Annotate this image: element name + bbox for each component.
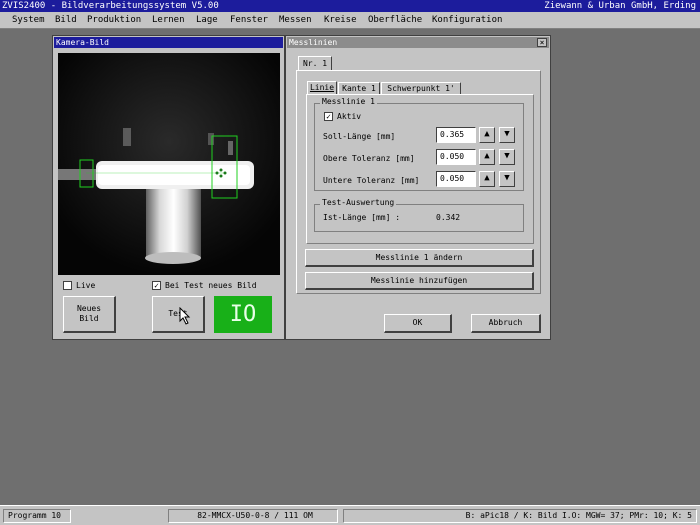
company-name: Ziewann & Urban GmbH, Erding bbox=[544, 1, 696, 11]
ok-button[interactable]: OK bbox=[384, 314, 452, 333]
status-part: 82-MMCX-U50-0-8 / 111 OM bbox=[168, 509, 338, 523]
status-bar: Programm 10 82-MMCX-U50-0-8 / 111 OM B: … bbox=[0, 505, 700, 525]
messlinien-window: Messlinien × Nr. 1 Linie Kante 1 Schwerp… bbox=[285, 35, 551, 340]
camera-window-title: Kamera-Bild bbox=[54, 37, 283, 48]
menu-bild[interactable]: Bild bbox=[55, 15, 77, 25]
aktiv-checkbox[interactable]: ✓ bbox=[324, 112, 333, 121]
live-label: Live bbox=[76, 281, 96, 290]
menu-oberflaeche[interactable]: Oberfläche bbox=[368, 15, 422, 25]
change-messlinie-button[interactable]: Messlinie 1 ändern bbox=[305, 249, 534, 267]
result-indicator: IO bbox=[214, 296, 272, 333]
menu-lage[interactable]: Lage bbox=[196, 15, 218, 25]
status-program: Programm 10 bbox=[3, 509, 71, 523]
status-info: B: aPic18 / K: Bild I.O: MGW= 37; PMr: 1… bbox=[343, 509, 697, 523]
camera-image-graphic bbox=[58, 53, 280, 275]
ist-laenge-value: 0.342 bbox=[436, 213, 461, 222]
untere-up-button[interactable]: ▲ bbox=[479, 171, 495, 187]
obere-toleranz-input[interactable]: 0.050 bbox=[436, 149, 476, 165]
app-title-bar: ZVIS2400 - Bildverarbeitungssystem V5.00… bbox=[0, 0, 700, 12]
test-new-image-label: Bei Test neues Bild bbox=[165, 281, 257, 290]
close-icon[interactable]: × bbox=[537, 38, 547, 47]
test-auswertung-title: Test-Auswertung bbox=[320, 198, 397, 207]
untere-toleranz-label: Untere Toleranz [mm] bbox=[323, 176, 420, 185]
mouse-cursor-icon bbox=[179, 307, 191, 325]
add-messlinie-button[interactable]: Messlinie hinzufügen bbox=[305, 272, 534, 290]
menu-messen[interactable]: Messen bbox=[279, 15, 312, 25]
check-icon: ✓ bbox=[154, 281, 159, 290]
soll-laenge-label: Soll-Länge [mm] bbox=[323, 132, 396, 141]
camera-window: Kamera-Bild Live ✓ Bei Test neues Bild N… bbox=[52, 35, 285, 340]
soll-up-button[interactable]: ▲ bbox=[479, 127, 495, 143]
menu-lernen[interactable]: Lernen bbox=[152, 15, 185, 25]
obere-up-button[interactable]: ▲ bbox=[479, 149, 495, 165]
messlinien-window-title: Messlinien bbox=[287, 37, 549, 48]
live-checkbox[interactable] bbox=[63, 281, 72, 290]
aktiv-label: Aktiv bbox=[337, 112, 362, 121]
tab-linie[interactable]: Linie bbox=[307, 81, 337, 95]
obere-down-button[interactable]: ▼ bbox=[499, 149, 515, 165]
untere-down-button[interactable]: ▼ bbox=[499, 171, 515, 187]
menu-produktion[interactable]: Produktion bbox=[87, 15, 141, 25]
ist-laenge-label: Ist-Länge [mm] : bbox=[323, 213, 401, 222]
check-icon: ✓ bbox=[326, 112, 331, 121]
test-new-image-checkbox[interactable]: ✓ bbox=[152, 281, 161, 290]
messlinie-group-title: Messlinie 1 bbox=[320, 97, 377, 106]
menu-system[interactable]: System bbox=[12, 15, 45, 25]
obere-toleranz-label: Obere Toleranz [mm] bbox=[323, 154, 415, 163]
menu-kreise[interactable]: Kreise bbox=[324, 15, 357, 25]
camera-image bbox=[58, 53, 280, 275]
menu-fenster[interactable]: Fenster bbox=[230, 15, 268, 25]
cancel-button[interactable]: Abbruch bbox=[471, 314, 541, 333]
menu-konfiguration[interactable]: Konfiguration bbox=[432, 15, 502, 25]
untere-toleranz-input[interactable]: 0.050 bbox=[436, 171, 476, 187]
soll-laenge-input[interactable]: 0.365 bbox=[436, 127, 476, 143]
app-title: ZVIS2400 - Bildverarbeitungssystem V5.00 bbox=[2, 1, 219, 11]
menu-bar: System Bild Produktion Lernen Lage Fenst… bbox=[0, 12, 700, 29]
test-button[interactable]: Test bbox=[152, 296, 205, 333]
new-image-button[interactable]: Neues Bild bbox=[63, 296, 116, 333]
tab-nr1[interactable]: Nr. 1 bbox=[298, 56, 332, 71]
soll-down-button[interactable]: ▼ bbox=[499, 127, 515, 143]
